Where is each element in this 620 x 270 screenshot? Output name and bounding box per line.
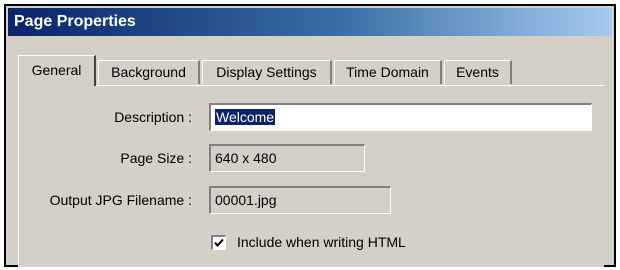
- tab-general-label: General: [31, 62, 82, 78]
- include-html-checkbox[interactable]: [211, 235, 226, 250]
- general-tab-panel: Description : Welcome Page Size : 640 x …: [18, 85, 604, 267]
- page-size-field: 640 x 480: [209, 144, 365, 172]
- dialog-title-bar[interactable]: Page Properties: [8, 8, 612, 36]
- page-size-value: 640 x 480: [215, 150, 277, 166]
- tab-background-label: Background: [111, 64, 186, 80]
- tab-time-domain[interactable]: Time Domain: [334, 60, 442, 84]
- tab-display-settings[interactable]: Display Settings: [202, 60, 332, 84]
- output-filename-label: Output JPG Filename :: [49, 192, 192, 208]
- description-input[interactable]: Welcome: [209, 103, 592, 131]
- page-size-label: Page Size :: [120, 150, 192, 166]
- tab-strip: General Background Display Settings Time…: [18, 55, 604, 86]
- page-properties-dialog: Page Properties General Background Displ…: [4, 4, 616, 267]
- output-filename-value: 00001.jpg: [215, 192, 277, 208]
- dialog-title: Page Properties: [14, 13, 136, 30]
- tab-time-domain-label: Time Domain: [346, 64, 429, 80]
- tab-general[interactable]: General: [18, 55, 96, 86]
- description-label: Description :: [114, 109, 192, 125]
- tab-display-settings-label: Display Settings: [216, 64, 317, 80]
- tab-events[interactable]: Events: [444, 60, 512, 84]
- tab-events-label: Events: [456, 64, 499, 80]
- checkmark-icon: [214, 238, 224, 248]
- include-html-label[interactable]: Include when writing HTML: [237, 234, 406, 250]
- output-filename-field: 00001.jpg: [209, 186, 391, 214]
- description-value: Welcome: [215, 109, 276, 125]
- tab-background[interactable]: Background: [98, 60, 200, 84]
